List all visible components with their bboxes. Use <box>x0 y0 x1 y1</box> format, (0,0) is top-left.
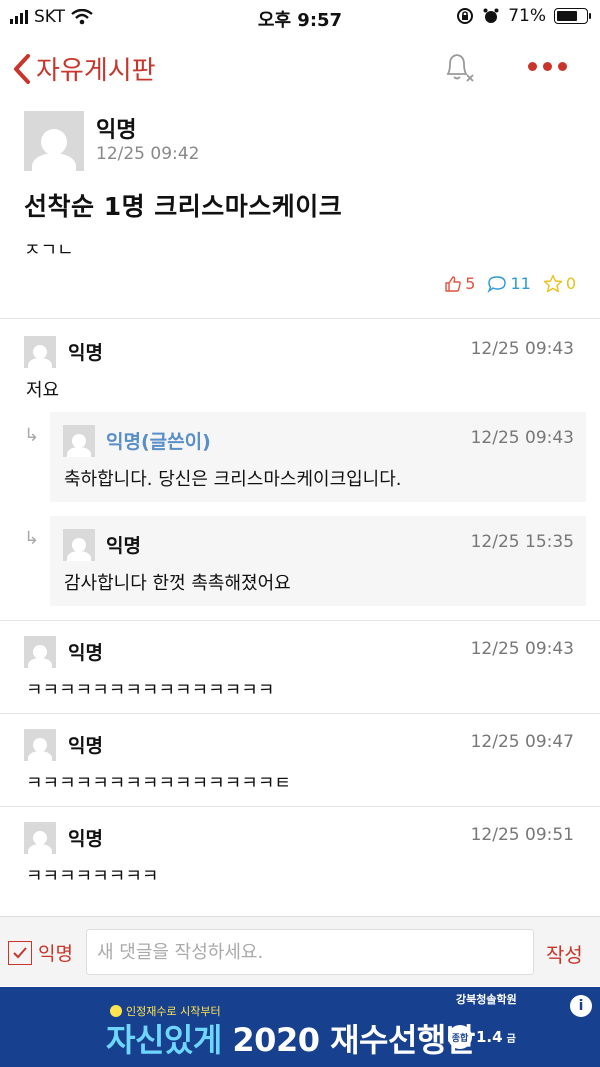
like-stat[interactable]: 5 <box>444 274 475 293</box>
anonymous-label: 익명 <box>38 943 73 965</box>
battery-icon <box>554 8 591 24</box>
comment-time: 12/25 09:43 <box>470 639 574 659</box>
post-title: 선착순 1명 크리스마스케이크 <box>24 192 343 221</box>
alarm-icon <box>483 8 499 23</box>
comment-author: 익명 <box>68 828 103 850</box>
post-avatar <box>24 111 84 171</box>
comment-time: 12/25 09:47 <box>470 732 574 752</box>
ad-headline: 자신있게 2020 재수선행반 <box>106 1015 475 1061</box>
comment-item: 익명 12/25 09:43 ㅋㅋㅋㅋㅋㅋㅋㅋㅋㅋㅋㅋㅋㅋㅋ <box>0 620 600 713</box>
comment-bubble-icon <box>487 275 507 293</box>
comment-item: 익명 12/25 09:47 ㅋㅋㅋㅋㅋㅋㅋㅋㅋㅋㅋㅋㅋㅋㅋㅌ <box>0 713 600 806</box>
anonymous-checkbox[interactable] <box>8 940 32 965</box>
reply-avatar <box>63 529 95 561</box>
scrap-count: 0 <box>565 274 576 293</box>
comment-time: 12/25 09:43 <box>470 339 574 359</box>
reply-avatar <box>63 425 95 457</box>
comment-avatar <box>24 336 56 368</box>
ad-badge-label: 종합 <box>448 1025 472 1049</box>
post-date: 12/25 09:42 <box>96 144 200 164</box>
scrap-stat[interactable]: 0 <box>543 274 576 293</box>
ad-headline-accent: 자신있게 <box>106 1021 222 1059</box>
comment-input[interactable] <box>86 929 534 975</box>
reply-item: 익명 12/25 15:35 감사합니다 한껏 촉촉해졌어요 <box>50 516 586 606</box>
ad-headline-text: 2020 재수선행반 <box>232 1021 475 1059</box>
reply-text: 감사합니다 한껏 촉촉해졌어요 <box>64 573 291 594</box>
board-title: 자유게시판 <box>36 56 156 86</box>
top-nav: 자유게시판 <box>0 36 600 100</box>
battery-fill <box>557 11 577 21</box>
post-stats: 5 11 0 <box>444 274 576 293</box>
comment-stat: 11 <box>487 274 531 293</box>
reply-arrow-icon: ↳ <box>24 528 40 549</box>
back-button[interactable]: 자유게시판 <box>12 50 156 87</box>
back-chevron-icon <box>14 53 30 84</box>
reply-text: 축하합니다. 당신은 크리스마스케이크입니다. <box>64 469 402 490</box>
like-count: 5 <box>465 274 476 293</box>
comment-item: 익명 12/25 09:43 저요 ↳ 익명(글쓴이) 12/25 09:43 … <box>0 320 600 620</box>
rotation-lock-icon <box>457 8 474 24</box>
reply-time: 12/25 15:35 <box>470 532 574 552</box>
comment-input-bar: 익명 작성 <box>0 916 600 986</box>
comment-author: 익명 <box>68 735 103 757</box>
reply-item: 익명(글쓴이) 12/25 09:43 축하합니다. 당신은 크리스마스케이크입… <box>50 412 586 502</box>
ad-badge-unit: 금 <box>506 1033 516 1045</box>
post-author: 익명 <box>96 118 137 143</box>
notification-bell-icon[interactable] <box>440 50 476 84</box>
ad-badge-value: 1.4 <box>476 1028 503 1046</box>
ad-info-icon[interactable]: i <box>570 995 592 1017</box>
comment-text: ㅋㅋㅋㅋㅋㅋㅋㅋ <box>26 866 159 887</box>
ad-brand: 강북청솔학원 <box>456 993 517 1006</box>
more-dots-icon[interactable] <box>528 62 567 71</box>
battery-percent: 71% <box>508 6 546 26</box>
reply-author-writer: 익명(글쓴이) <box>106 431 211 453</box>
anonymous-toggle[interactable]: 익명 <box>8 939 73 966</box>
reply-arrow-icon: ↳ <box>24 425 40 446</box>
divider <box>0 318 600 319</box>
comment-text: 저요 <box>26 380 60 401</box>
status-bar: SKT 오후 9:57 71% <box>0 0 600 36</box>
post: 익명 12/25 09:42 선착순 1명 크리스마스케이크 ㅈㄱㄴ 5 11 … <box>0 100 600 318</box>
ad-banner[interactable]: 인정재수로 시작부터 강북청솔학원 자신있게 2020 재수선행반 종합 1.4… <box>0 987 600 1067</box>
comment-avatar <box>24 636 56 668</box>
post-content: ㅈㄱㄴ <box>24 240 74 261</box>
comment-time: 12/25 09:51 <box>470 825 574 845</box>
submit-button[interactable]: 작성 <box>546 939 583 968</box>
comment-count: 11 <box>510 274 531 293</box>
reply-time: 12/25 09:43 <box>470 428 574 448</box>
thumbs-up-icon <box>445 275 462 292</box>
comment-avatar <box>24 822 56 854</box>
comment-text: ㅋㅋㅋㅋㅋㅋㅋㅋㅋㅋㅋㅋㅋㅋㅋㅌ <box>26 773 291 794</box>
status-right: 71% <box>456 6 591 26</box>
comment-avatar <box>24 729 56 761</box>
comment-item: 익명 12/25 09:51 ㅋㅋㅋㅋㅋㅋㅋㅋ <box>0 806 600 906</box>
comment-author: 익명 <box>68 642 103 664</box>
ad-badge: 종합 1.4 금 <box>448 1025 516 1049</box>
star-icon <box>543 274 563 293</box>
reply-author: 익명 <box>106 535 141 557</box>
comment-author: 익명 <box>68 342 103 364</box>
comment-text: ㅋㅋㅋㅋㅋㅋㅋㅋㅋㅋㅋㅋㅋㅋㅋ <box>26 680 275 701</box>
checkmark-icon <box>13 946 27 958</box>
